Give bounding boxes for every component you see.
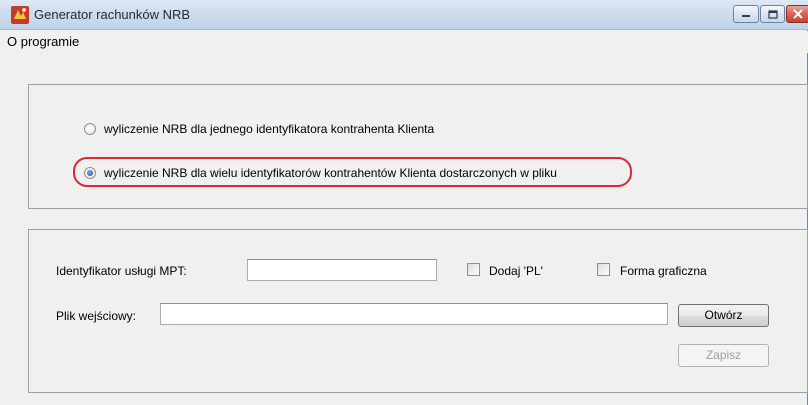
- radio-button[interactable]: [84, 123, 96, 135]
- service-id-label: Identyfikator usługi MPT:: [56, 264, 187, 278]
- input-file-field[interactable]: [160, 303, 668, 325]
- radio-single-id[interactable]: wyliczenie NRB dla jednego identyfikator…: [84, 122, 434, 136]
- graphic-form-label: Forma graficzna: [620, 264, 707, 278]
- add-pl-checkbox[interactable]: [467, 263, 480, 276]
- save-button[interactable]: Zapisz: [678, 344, 769, 367]
- menu-item-about[interactable]: O programie: [7, 34, 79, 49]
- open-button[interactable]: Otwórz: [678, 304, 769, 327]
- radio-multiple-ids[interactable]: wyliczenie NRB dla wielu identyfikatorów…: [84, 166, 557, 180]
- input-file-label: Plik wejściowy:: [56, 309, 137, 323]
- radio-single-id-label: wyliczenie NRB dla jednego identyfikator…: [104, 122, 435, 136]
- maximize-icon: [767, 9, 778, 19]
- close-icon: [793, 9, 803, 19]
- radio-multiple-ids-label: wyliczenie NRB dla wielu identyfikatorów…: [104, 166, 557, 180]
- radio-button-selected[interactable]: [84, 167, 96, 179]
- graphic-form-checkbox[interactable]: [597, 263, 610, 276]
- mode-group: [28, 84, 808, 209]
- service-id-input[interactable]: [247, 259, 437, 281]
- app-logo-icon: [11, 6, 29, 24]
- menu-bar: O programie: [0, 31, 808, 53]
- close-button[interactable]: [786, 5, 808, 23]
- add-pl-label: Dodaj 'PL': [489, 264, 543, 278]
- minimize-icon: [742, 15, 750, 17]
- title-bar[interactable]: Generator rachunków NRB: [0, 0, 808, 30]
- window-title: Generator rachunków NRB: [34, 7, 191, 22]
- app-window: Generator rachunków NRB O programie wyli…: [0, 0, 808, 405]
- maximize-button[interactable]: [760, 5, 785, 23]
- minimize-button[interactable]: [733, 5, 759, 23]
